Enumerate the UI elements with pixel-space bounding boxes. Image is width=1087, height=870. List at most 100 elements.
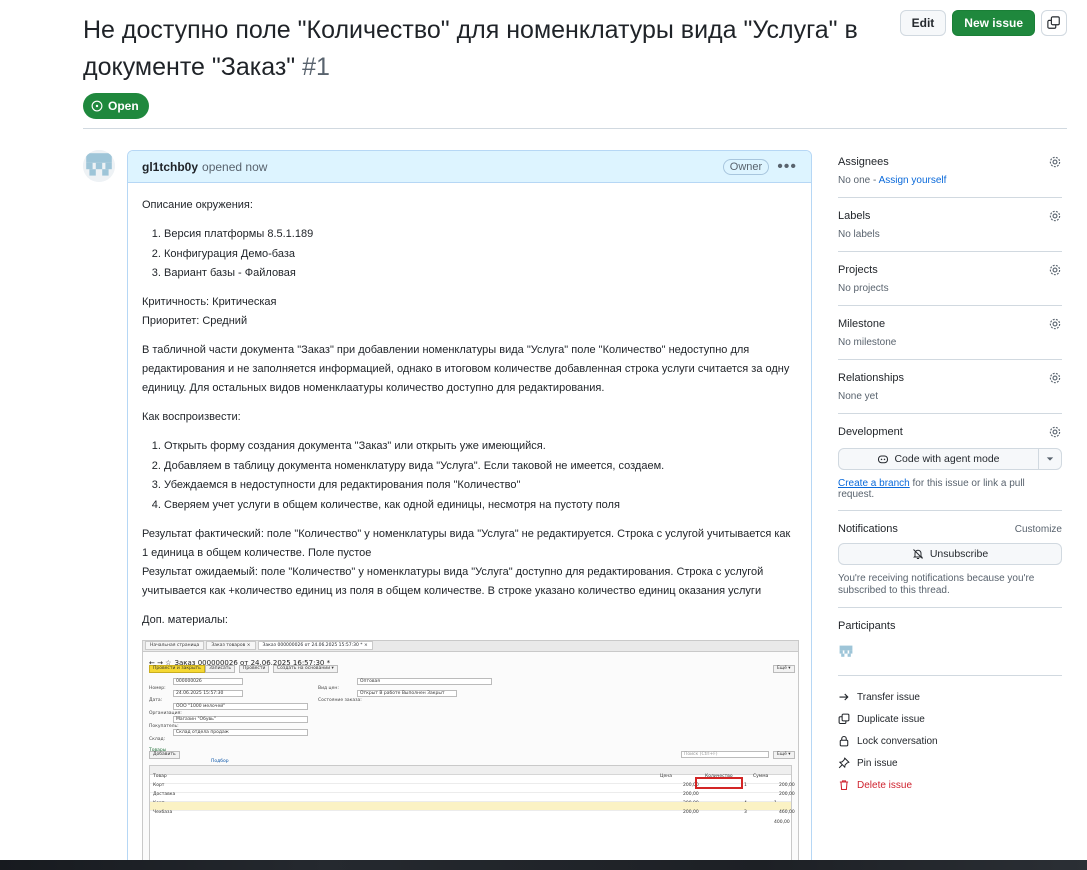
pin-issue-button[interactable]: Pin issue (838, 752, 1062, 774)
shot-cell: 3 (744, 809, 747, 815)
issue-comment: gl1tchb0y opened now Owner ••• Описание … (127, 150, 812, 870)
list-item: Открыть форму создания документа "Заказ"… (164, 437, 797, 456)
shot-post-button: Провести (239, 664, 270, 673)
participants-title: Participants (838, 620, 896, 632)
relationships-title: Relationships (838, 372, 905, 384)
list-item: Добавляем в таблицу документа номенклату… (164, 457, 797, 476)
customize-link[interactable]: Customize (1015, 524, 1062, 535)
copy-link-button[interactable] (1041, 10, 1067, 36)
table-row: Корт 200,00 4 1 400,00 (150, 793, 791, 825)
notification-note: You're receiving notifications because y… (838, 573, 1035, 596)
list-item: Вариант базы - Файловая (164, 264, 797, 283)
transfer-issue-button[interactable]: Transfer issue (838, 686, 1062, 708)
gear-icon[interactable] (1048, 209, 1062, 223)
shot-create-button: Создать на основании ▾ (273, 664, 338, 673)
delete-issue-button[interactable]: Delete issue (838, 774, 1062, 796)
projects-title: Projects (838, 264, 878, 276)
gear-icon[interactable] (1048, 263, 1062, 277)
comment-timestamp: opened now (202, 159, 268, 174)
code-with-agent-button[interactable]: Code with agent mode (839, 449, 1039, 469)
shot-cell: 460,00 (779, 809, 795, 815)
create-branch-link[interactable]: Create a branch (838, 478, 910, 489)
gear-icon[interactable] (1048, 425, 1062, 439)
code-with-agent-label: Code with agent mode (894, 453, 1000, 465)
participant-avatar[interactable] (838, 644, 854, 660)
relationships-value: None yet (838, 391, 879, 402)
shot-tab: Заказ 000000026 от 24.06.2025 15:57:30 *… (257, 641, 373, 650)
comment-author[interactable]: gl1tchb0y (142, 160, 198, 174)
pin-icon (838, 757, 850, 769)
shot-add-button: Добавить (149, 750, 180, 759)
avatar[interactable] (83, 150, 115, 182)
projects-value: No projects (838, 283, 889, 294)
issue-sidebar: Assignees No one - Assign yourself Label… (838, 150, 1062, 796)
assignees-title: Assignees (838, 156, 889, 168)
shot-field-value: 000000026 (173, 677, 243, 685)
table-row: Чехбаза 200,00 3 460,00 (150, 801, 795, 815)
gear-icon[interactable] (1048, 317, 1062, 331)
shot-cell: 200,00 (683, 809, 699, 815)
kebab-menu-icon[interactable]: ••• (777, 158, 797, 176)
comment-header: gl1tchb0y opened now Owner ••• (128, 151, 811, 183)
agent-mode-button-group: Code with agent mode (838, 448, 1062, 470)
status-label: Open (108, 99, 139, 113)
expected-result-text: Результат ожидаемый: поле "Количество" у… (142, 565, 764, 597)
milestone-section: Milestone No milestone (838, 306, 1062, 360)
shot-more-button: Ещё ▾ (773, 664, 795, 673)
development-section: Development Code with agent mode Create … (838, 414, 1062, 511)
new-issue-button[interactable]: New issue (952, 10, 1035, 36)
copy-icon (1047, 16, 1060, 29)
identicon-icon (83, 150, 115, 182)
list-item: Убеждаемся в недоступности для редактиро… (164, 476, 797, 495)
shot-tab: Заказ товаров × (206, 641, 256, 650)
issue-title-text: Не доступно поле "Количество" для номенк… (83, 16, 858, 81)
unsubscribe-button[interactable]: Unsubscribe (838, 543, 1062, 565)
repro-list: Открыть форму создания документа "Заказ"… (164, 437, 797, 515)
highlight-box (695, 776, 743, 789)
shot-save-button: Записать (205, 664, 236, 673)
relationships-section: Relationships None yet (838, 360, 1062, 414)
header-actions: Edit New issue (899, 10, 1067, 36)
shot-cell: Чехбаза (153, 809, 173, 815)
shot-search-field: Поиск (Ctrl+F) (681, 750, 769, 758)
notifications-section: Notifications Customize Unsubscribe You'… (838, 511, 1062, 608)
action-label: Duplicate issue (857, 713, 925, 725)
trash-icon (839, 780, 849, 791)
shot-field-value: Магазин "Обувь" (173, 715, 308, 723)
edit-button[interactable]: Edit (899, 10, 947, 36)
milestone-title: Milestone (838, 318, 886, 330)
comment-body: Описание окружения: Версия платформы 8.5… (128, 183, 811, 870)
criticality-text: Критичность: Критическая (142, 296, 277, 308)
issue-opened-icon (91, 100, 103, 112)
participants-section: Participants (838, 608, 1062, 676)
repro-heading: Как воспроизвести: (142, 411, 241, 423)
issue-number: #1 (302, 53, 330, 81)
chevron-down-icon[interactable] (1039, 449, 1061, 469)
gear-icon[interactable] (1048, 371, 1062, 385)
list-item: Конфигурация Демо-база (164, 245, 797, 264)
action-label: Delete issue (857, 779, 913, 791)
arrow-right-icon (839, 693, 849, 701)
attached-screenshot[interactable]: Начальная страница Заказ товаров × Заказ… (142, 639, 799, 870)
lock-conversation-button[interactable]: Lock conversation (838, 730, 1062, 752)
development-title: Development (838, 426, 903, 438)
notifications-title: Notifications (838, 523, 898, 535)
gear-icon[interactable] (1048, 155, 1062, 169)
action-label: Pin issue (857, 757, 898, 769)
duplicate-issue-button[interactable]: Duplicate issue (838, 708, 1062, 730)
assignees-section: Assignees No one - Assign yourself (838, 150, 1062, 198)
copy-icon (838, 713, 850, 725)
header-divider (83, 128, 1067, 129)
shot-field-value: Склад отдела продаж (173, 728, 308, 736)
issue-actions: Transfer issue Duplicate issue Lock conv… (838, 676, 1062, 796)
shot-tab: Начальная страница (145, 641, 205, 650)
owner-badge: Owner (722, 158, 770, 175)
labels-title: Labels (838, 210, 871, 222)
bell-slash-icon (912, 549, 923, 559)
copilot-icon (878, 455, 889, 464)
status-badge: Open (83, 93, 149, 119)
shot-tabs: Начальная страница Заказ товаров × Заказ… (143, 640, 798, 652)
actual-result-text: Результат фактический: поле "Количество"… (142, 527, 791, 559)
labels-section: Labels No labels (838, 198, 1062, 252)
assign-yourself-link[interactable]: Assign yourself (879, 175, 947, 186)
